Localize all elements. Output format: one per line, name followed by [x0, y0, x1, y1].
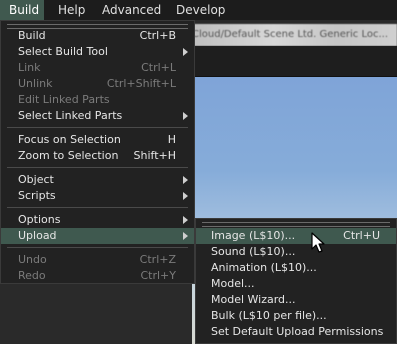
- redo-shortcut: Ctrl+Y: [140, 269, 176, 282]
- submenu-arrow-icon: [183, 112, 188, 120]
- upload-item[interactable]: Upload: [1, 228, 194, 244]
- menu-develop[interactable]: Develop: [170, 0, 231, 20]
- menu-separator: [7, 127, 188, 128]
- submenu-arrow-icon: [183, 216, 188, 224]
- build-label: Build: [18, 29, 46, 42]
- options-item[interactable]: Options: [1, 212, 194, 228]
- upload-label: Upload: [18, 229, 57, 242]
- select-build-tool-label: Select Build Tool: [18, 45, 108, 58]
- link-label: Link: [18, 61, 41, 74]
- upload-submenu: Image (L$10)... Ctrl+U Sound (L$10)... A…: [195, 218, 397, 344]
- menu-separator: [7, 167, 188, 168]
- upload-sound-label: Sound (L$10)...: [211, 245, 296, 258]
- submenu-arrow-icon: [183, 192, 188, 200]
- edit-linked-parts-label: Edit Linked Parts: [18, 93, 110, 106]
- redo-label: Redo: [18, 269, 46, 282]
- zoom-to-selection-shortcut: Shift+H: [133, 149, 177, 162]
- zoom-to-selection-label: Zoom to Selection: [18, 149, 119, 162]
- blurred-header-text: Cloud/Default Scene Ltd. Generic Loc...: [192, 24, 397, 46]
- scripts-label: Scripts: [18, 189, 56, 202]
- edit-linked-parts-item[interactable]: Edit Linked Parts: [1, 92, 194, 108]
- unlink-label: Unlink: [18, 77, 53, 90]
- select-linked-parts-label: Select Linked Parts: [18, 109, 123, 122]
- object-item[interactable]: Object: [1, 172, 194, 188]
- menu-advanced[interactable]: Advanced: [96, 0, 167, 20]
- undo-label: Undo: [18, 253, 47, 266]
- options-label: Options: [18, 213, 61, 226]
- upload-animation-item[interactable]: Animation (L$10)...: [196, 260, 396, 276]
- menu-grip: [202, 222, 390, 227]
- menubar: Build Help Advanced Develop: [0, 0, 397, 21]
- model-wizard-label: Model Wizard...: [211, 293, 296, 306]
- menu-separator: [7, 207, 188, 208]
- build-shortcut: Ctrl+B: [139, 29, 176, 42]
- zoom-to-selection-item[interactable]: Zoom to Selection Shift+H: [1, 148, 194, 164]
- bulk-upload-item[interactable]: Bulk (L$10 per file)...: [196, 308, 396, 324]
- model-wizard-item[interactable]: Model Wizard...: [196, 292, 396, 308]
- undo-shortcut: Ctrl+Z: [139, 253, 176, 266]
- undo-item[interactable]: Undo Ctrl+Z: [1, 252, 194, 268]
- bulk-upload-label: Bulk (L$10 per file)...: [211, 309, 327, 322]
- build-item[interactable]: Build Ctrl+B: [1, 28, 194, 44]
- unlink-shortcut: Ctrl+Shift+L: [106, 77, 176, 90]
- build-menu: Build Ctrl+B Select Build Tool Link Ctrl…: [0, 20, 195, 284]
- upload-image-item[interactable]: Image (L$10)... Ctrl+U: [196, 228, 396, 244]
- submenu-arrow-icon: [183, 48, 188, 56]
- link-item[interactable]: Link Ctrl+L: [1, 60, 194, 76]
- focus-on-selection-item[interactable]: Focus on Selection H: [1, 132, 194, 148]
- menu-help[interactable]: Help: [52, 0, 91, 20]
- default-upload-permissions-label: Set Default Upload Permissions: [211, 325, 384, 338]
- upload-image-label: Image (L$10)...: [211, 229, 296, 242]
- select-linked-parts-item[interactable]: Select Linked Parts: [1, 108, 194, 124]
- menu-build[interactable]: Build: [0, 0, 44, 20]
- focus-on-selection-shortcut: H: [167, 133, 176, 146]
- default-upload-permissions-item[interactable]: Set Default Upload Permissions: [196, 324, 396, 340]
- unlink-item[interactable]: Unlink Ctrl+Shift+L: [1, 76, 194, 92]
- redo-item[interactable]: Redo Ctrl+Y: [1, 268, 194, 284]
- submenu-arrow-icon: [183, 176, 188, 184]
- link-shortcut: Ctrl+L: [141, 61, 176, 74]
- upload-model-label: Model...: [211, 277, 255, 290]
- submenu-arrow-icon: [183, 232, 188, 240]
- upload-sound-item[interactable]: Sound (L$10)...: [196, 244, 396, 260]
- menu-separator: [7, 247, 188, 248]
- scripts-item[interactable]: Scripts: [1, 188, 194, 204]
- upload-model-item[interactable]: Model...: [196, 276, 396, 292]
- mouse-pointer-icon: [311, 232, 325, 253]
- upload-image-shortcut: Ctrl+U: [343, 229, 380, 242]
- toolbar-strip: [192, 46, 397, 77]
- select-build-tool-item[interactable]: Select Build Tool: [1, 44, 194, 60]
- focus-on-selection-label: Focus on Selection: [18, 133, 121, 146]
- object-label: Object: [18, 173, 54, 186]
- upload-animation-label: Animation (L$10)...: [211, 261, 317, 274]
